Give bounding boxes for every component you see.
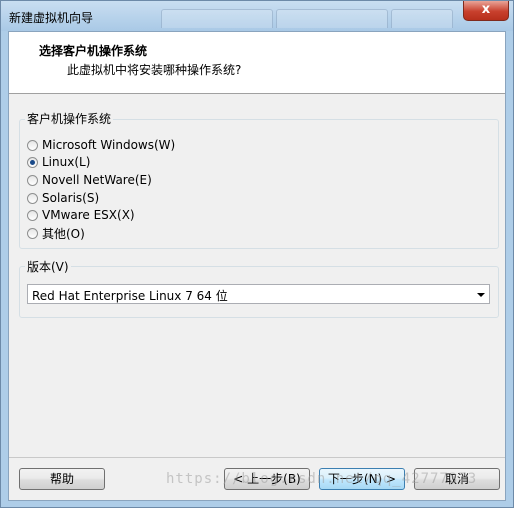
- title-bar: 新建虚拟机向导 x: [1, 1, 513, 31]
- radio-solaris[interactable]: Solaris(S): [27, 190, 99, 206]
- wizard-header: 选择客户机操作系统 此虚拟机中将安装哪种操作系统?: [9, 32, 505, 94]
- radio-label: VMware ESX(X): [42, 208, 135, 222]
- wizard-body: 选择客户机操作系统 此虚拟机中将安装哪种操作系统? 客户机操作系统 Micros…: [8, 31, 506, 501]
- radio-linux[interactable]: Linux(L): [27, 154, 90, 170]
- watermark-text: https://blog.csdn.net/qq_42777373: [166, 471, 478, 487]
- version-select-value: Red Hat Enterprise Linux 7 64 位: [32, 289, 228, 303]
- page-title: 选择客户机操作系统: [39, 44, 148, 58]
- radio-label: Novell NetWare(E): [42, 173, 152, 187]
- chevron-down-icon[interactable]: [477, 293, 485, 297]
- guest-os-group-label: 客户机操作系统: [25, 110, 114, 127]
- close-button[interactable]: x: [463, 1, 509, 21]
- help-button[interactable]: 帮助: [19, 468, 105, 490]
- background-tab: [276, 9, 388, 28]
- radio-label: Linux(L): [42, 155, 91, 169]
- version-group-label: 版本(V): [25, 258, 71, 275]
- background-tab: [391, 9, 453, 28]
- wizard-window: 新建虚拟机向导 x 选择客户机操作系统 此虚拟机中将安装哪种操作系统? 客户机操…: [0, 0, 514, 508]
- radio-icon[interactable]: [27, 174, 38, 186]
- page-subtitle: 此虚拟机中将安装哪种操作系统?: [67, 63, 242, 77]
- radio-icon[interactable]: [27, 209, 38, 221]
- radio-label: 其他(O): [42, 226, 85, 241]
- radio-icon[interactable]: [27, 192, 38, 204]
- radio-vmware-esx[interactable]: VMware ESX(X): [27, 207, 135, 223]
- radio-windows[interactable]: Microsoft Windows(W): [27, 137, 175, 153]
- version-select[interactable]: Red Hat Enterprise Linux 7 64 位: [27, 284, 490, 304]
- radio-label: Solaris(S): [42, 191, 100, 205]
- radio-netware[interactable]: Novell NetWare(E): [27, 172, 152, 188]
- radio-checked-icon[interactable]: [27, 156, 38, 168]
- background-tab: [161, 9, 273, 28]
- radio-icon[interactable]: [27, 139, 38, 151]
- radio-icon[interactable]: [27, 227, 38, 239]
- close-icon: x: [481, 2, 491, 17]
- window-title: 新建虚拟机向导: [9, 11, 94, 25]
- radio-other[interactable]: 其他(O): [27, 225, 85, 241]
- radio-label: Microsoft Windows(W): [42, 138, 176, 152]
- footer-divider: [9, 457, 505, 458]
